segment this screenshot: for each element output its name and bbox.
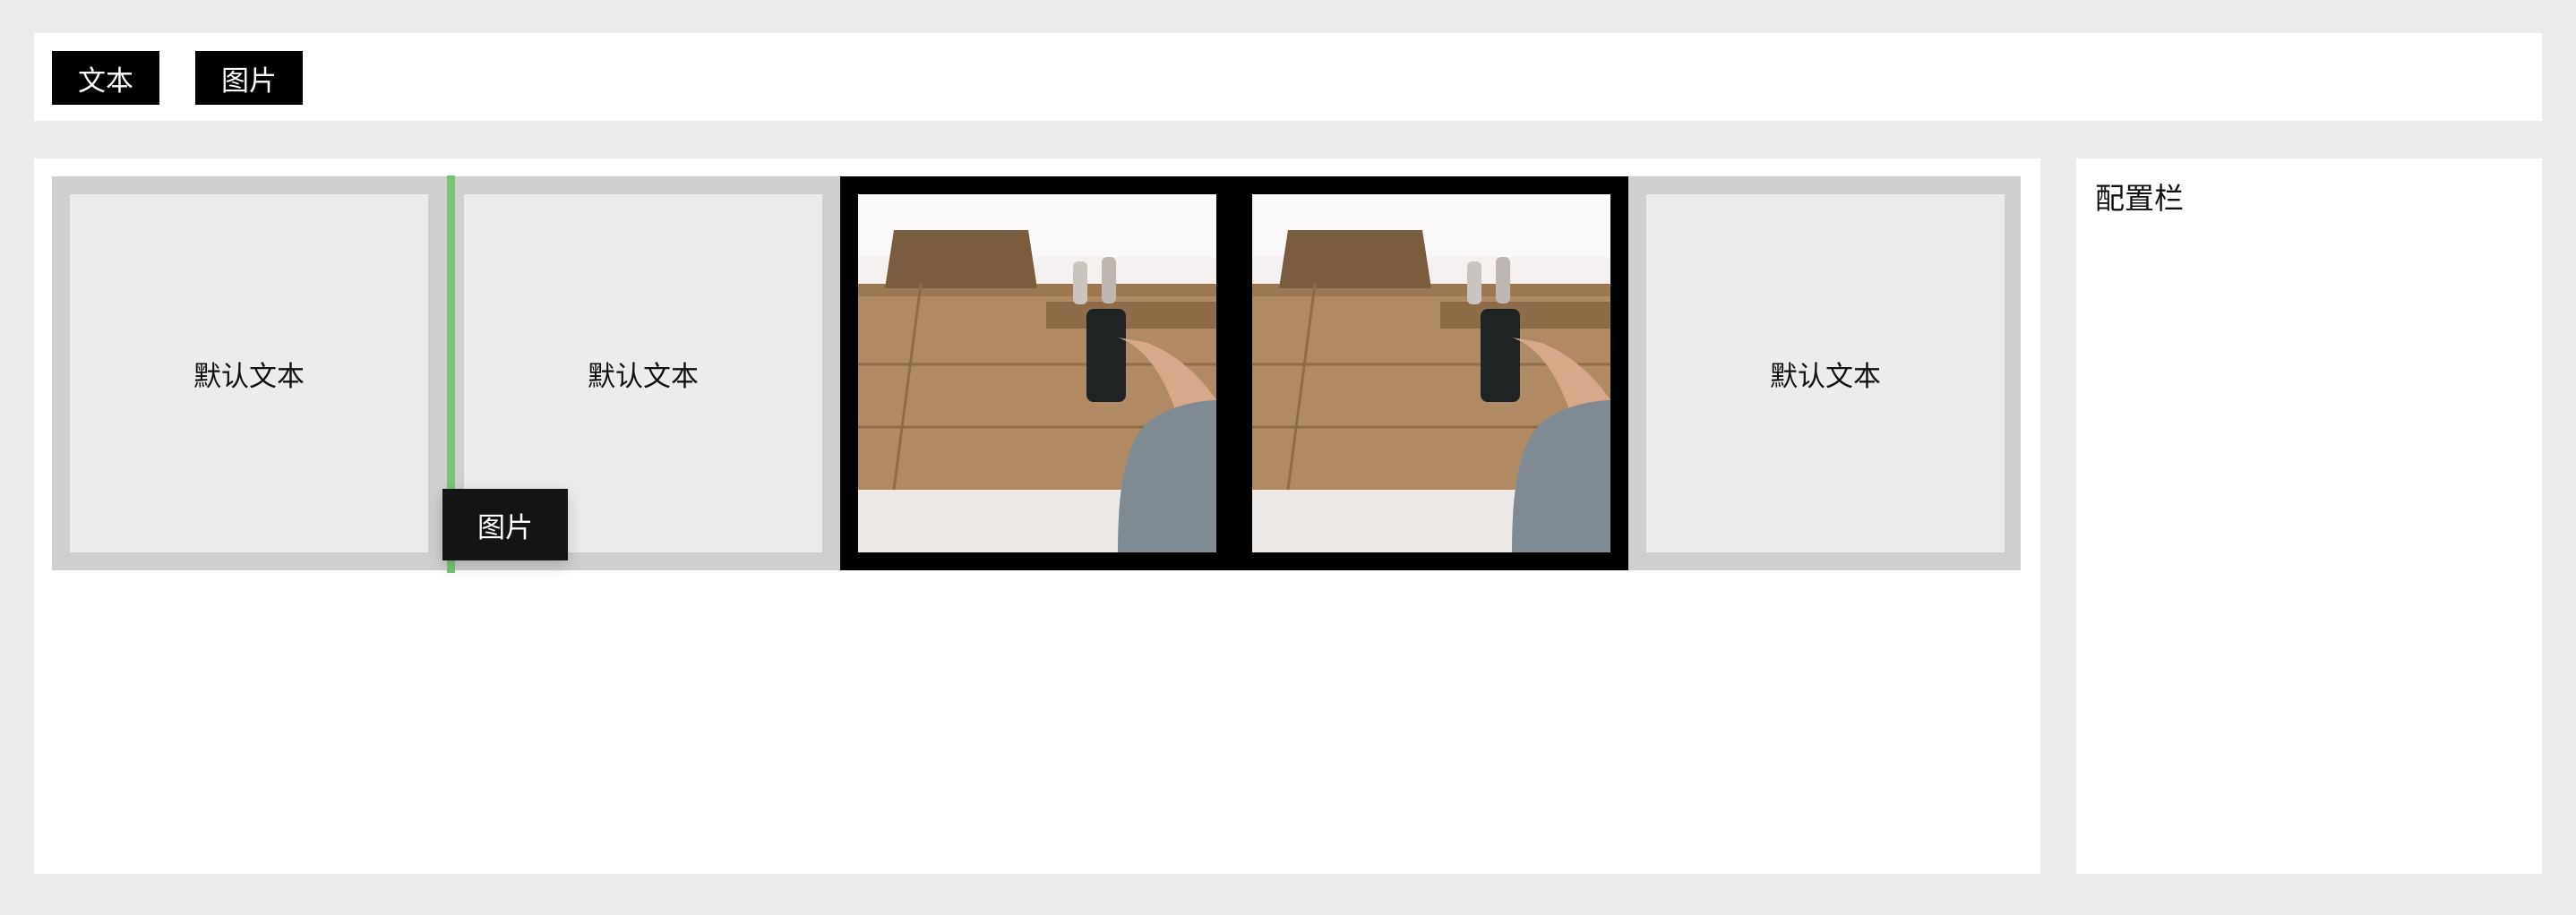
text-component-3[interactable]: 默认文本 — [1628, 176, 2022, 570]
image-component-photo — [1252, 194, 1610, 552]
add-text-button[interactable]: 文本 — [52, 51, 159, 105]
editor-canvas: 默认文本 默认文本 默认文本 图片 — [34, 158, 2040, 874]
add-image-button[interactable]: 图片 — [195, 51, 303, 105]
component-toolbar: 文本 图片 — [34, 33, 2542, 121]
drag-preview-image[interactable]: 图片 — [442, 489, 568, 560]
component-strip: 默认文本 默认文本 默认文本 — [52, 176, 2021, 570]
image-component-photo — [858, 194, 1216, 552]
text-component-label: 默认文本 — [1646, 194, 2005, 552]
text-component-1[interactable]: 默认文本 — [52, 176, 446, 570]
text-component-label: 默认文本 — [70, 194, 428, 552]
image-component-1[interactable] — [840, 176, 1234, 570]
image-component-2[interactable] — [1234, 176, 1628, 570]
config-panel: 配置栏 — [2076, 158, 2542, 874]
config-panel-title: 配置栏 — [2095, 181, 2184, 216]
